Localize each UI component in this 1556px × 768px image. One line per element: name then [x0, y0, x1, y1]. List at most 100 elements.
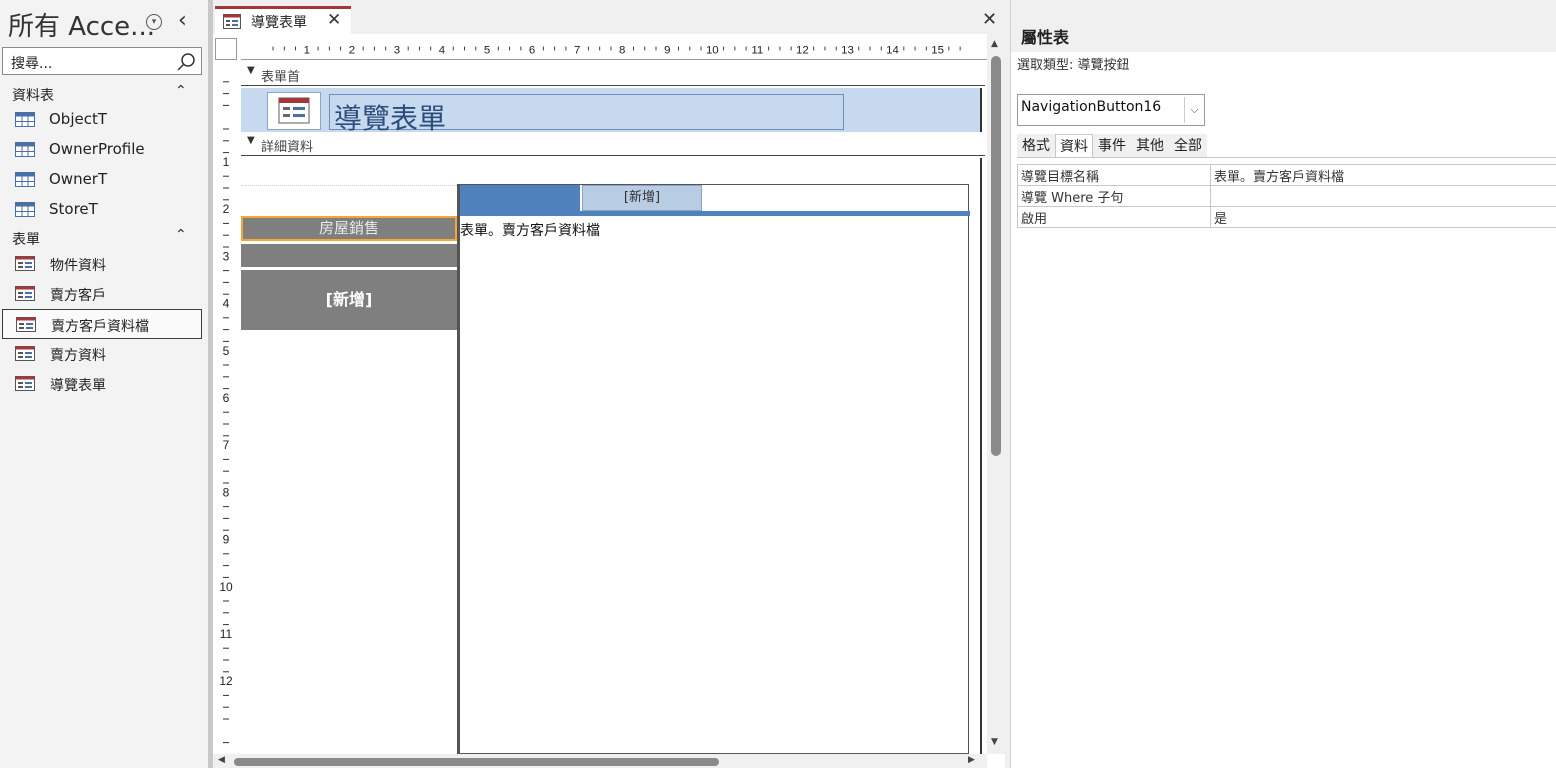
nav-item-form[interactable]: 賣方客戶	[2, 279, 202, 309]
form-icon	[16, 317, 36, 332]
side-nav-button-selected[interactable]: 房屋銷售	[241, 216, 457, 241]
nav-item-label: 物件資料	[50, 258, 106, 274]
scroll-up-icon[interactable]: ▲	[991, 39, 998, 49]
property-row[interactable]: 導覽目標名稱 表單。賣方客戶資料檔	[1017, 164, 1556, 186]
nav-item-form-selected[interactable]: 賣方客戶資料檔	[2, 309, 202, 339]
nav-item-form[interactable]: 物件資料	[2, 249, 202, 279]
property-row[interactable]: 啟用 是	[1017, 206, 1556, 228]
scroll-left-icon[interactable]: ◀	[218, 755, 225, 765]
ruler-label: 4	[439, 44, 446, 56]
tab-divider	[1017, 157, 1556, 158]
nav-item-table[interactable]: StoreT	[2, 195, 202, 225]
close-document-icon[interactable]: ✕	[982, 9, 997, 30]
form-icon	[278, 97, 310, 124]
nav-item-table[interactable]: OwnerProfile	[2, 135, 202, 165]
property-sheet-header: 屬性表	[1011, 0, 1556, 52]
chevron-up-icon[interactable]: ⌃	[175, 227, 187, 243]
section-arrow-icon: ▼	[247, 135, 255, 146]
detail-section[interactable]: [新增] 表單。賣方客戶資料檔 房屋銷售 [新增]	[241, 158, 982, 754]
nav-item-table[interactable]: OwnerT	[2, 165, 202, 195]
section-bar-detail[interactable]: ▼ 詳細資料	[241, 132, 985, 156]
scroll-right-icon[interactable]: ▶	[968, 755, 975, 765]
nav-item-label: OwnerT	[49, 170, 108, 188]
navigation-subform[interactable]: [新增] 表單。賣方客戶資料檔	[459, 184, 970, 754]
search-input[interactable]: 搜尋...	[2, 47, 202, 75]
ruler-label: 7	[574, 44, 580, 56]
ruler-label: 11	[751, 44, 763, 56]
chevron-down-icon[interactable]: ▾	[146, 14, 162, 30]
navigation-pane: 所有 Acce... ▾ ‹ 搜尋... 資料表 ⌃ ObjectT Owner…	[0, 0, 208, 768]
document-tab-strip: 導覽表單 ✕ ✕	[213, 0, 1005, 34]
section-label: 表單首	[261, 70, 301, 85]
selection-type: 選取類型: 導覽按鈕	[1017, 58, 1130, 73]
scroll-down-icon[interactable]: ▼	[991, 737, 998, 747]
scroll-thumb[interactable]	[991, 56, 1001, 456]
property-grid: 導覽目標名稱 表單。賣方客戶資料檔 導覽 Where 子句 啟用 是	[1017, 164, 1556, 228]
ruler-label: 3	[223, 249, 230, 263]
tab-other[interactable]: 其他	[1131, 134, 1169, 158]
nav-item-label: 賣方客戶資料檔	[51, 319, 149, 335]
scroll-thumb[interactable]	[234, 758, 719, 766]
close-icon[interactable]: ✕	[327, 10, 341, 30]
control-selector-value: NavigationButton16	[1021, 99, 1162, 115]
property-key: 啟用	[1017, 206, 1211, 228]
chevron-up-icon[interactable]: ⌃	[175, 83, 187, 99]
horizontal-scrollbar[interactable]: ◀ ▶	[213, 754, 987, 768]
nav-item-label: 導覽表單	[50, 378, 106, 394]
ruler-label: 3	[394, 44, 400, 56]
subform-source-text: 表單。賣方客戶資料檔	[460, 223, 600, 239]
property-row[interactable]: 導覽 Where 子句	[1017, 185, 1556, 207]
control-selector[interactable]: NavigationButton16 ⌵	[1017, 94, 1205, 126]
ruler-label: 15	[931, 44, 944, 56]
nav-item-label: 賣方資料	[50, 348, 106, 364]
vertical-ruler[interactable]: 123456789101112	[215, 64, 237, 754]
nav-item-table[interactable]: ObjectT	[2, 105, 202, 135]
ruler-label: 4	[223, 297, 230, 311]
nav-item-label: ObjectT	[49, 110, 108, 128]
search-icon[interactable]	[175, 51, 197, 73]
nav-item-label: 賣方客戶	[50, 288, 106, 304]
nav-item-form[interactable]: 賣方資料	[2, 339, 202, 369]
tab-format[interactable]: 格式	[1017, 134, 1055, 158]
form-icon	[15, 346, 35, 361]
top-nav-add-button[interactable]: [新增]	[582, 185, 702, 211]
nav-item-form[interactable]: 導覽表單	[2, 369, 202, 399]
section-bar-form-header[interactable]: ▼ 表單首	[241, 62, 985, 86]
side-nav-add-button[interactable]: [新增]	[241, 270, 457, 330]
ruler-label: 2	[349, 44, 355, 56]
table-icon	[15, 112, 35, 127]
property-value[interactable]: 表單。賣方客戶資料檔	[1210, 164, 1556, 186]
property-key: 導覽 Where 子句	[1017, 185, 1211, 207]
table-icon	[15, 202, 35, 217]
collapse-pane-icon[interactable]: ‹	[178, 8, 187, 33]
vertical-scrollbar[interactable]: ▲ ▼	[987, 34, 1005, 754]
ruler-label: 8	[223, 485, 230, 499]
ruler-label: 13	[841, 44, 854, 56]
top-nav-button[interactable]	[460, 185, 580, 212]
group-header-forms[interactable]: 表單	[12, 229, 40, 249]
property-value[interactable]	[1210, 185, 1556, 207]
group-header-tables[interactable]: 資料表	[12, 85, 54, 105]
ruler-label: 9	[664, 44, 670, 56]
tab-event[interactable]: 事件	[1093, 134, 1131, 158]
tab-data[interactable]: 資料	[1055, 134, 1093, 158]
ruler-label: 12	[219, 674, 233, 688]
form-icon	[15, 376, 35, 391]
document-tab[interactable]: 導覽表單 ✕	[215, 6, 351, 34]
property-sheet: 屬性表 選取類型: 導覽按鈕 NavigationButton16 ⌵ 格式 資…	[1010, 0, 1556, 768]
property-value[interactable]: 是	[1210, 206, 1556, 228]
form-title-text: 導覽表單	[334, 102, 447, 135]
form-logo[interactable]	[267, 92, 321, 130]
form-header-band[interactable]: 導覽表單	[241, 88, 982, 135]
table-icon	[15, 172, 35, 187]
tab-all[interactable]: 全部	[1169, 134, 1207, 158]
chevron-down-icon[interactable]: ⌵	[1184, 97, 1204, 123]
form-title-label[interactable]: 導覽表單	[329, 94, 844, 135]
nav-pane-title[interactable]: 所有 Acce...	[8, 6, 155, 43]
horizontal-ruler[interactable]: 1 2 3 4 5 6 7 8 9 10 11 12 13 14 15	[241, 38, 987, 60]
side-nav-divider	[457, 184, 459, 754]
side-nav-button[interactable]	[241, 244, 457, 267]
form-selector[interactable]	[215, 38, 237, 60]
ruler-label: 2	[223, 202, 230, 216]
ruler-label: 14	[886, 44, 899, 56]
